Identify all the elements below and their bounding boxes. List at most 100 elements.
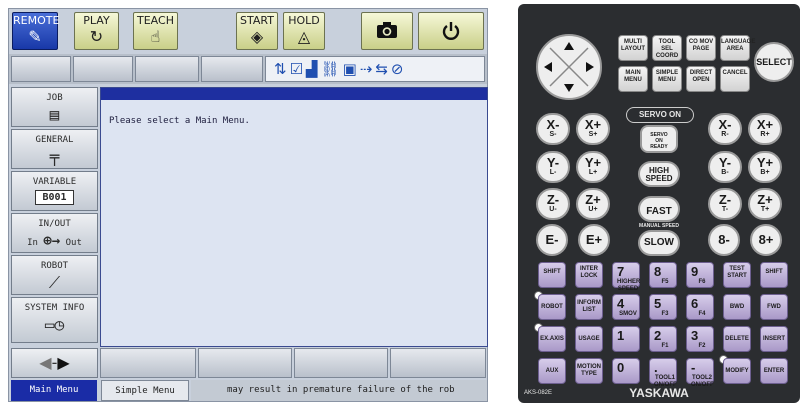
five-label: 5 xyxy=(654,296,662,311)
cancel-key[interactable]: CANCEL xyxy=(720,66,750,92)
start-button[interactable]: START ◈ xyxy=(236,12,278,50)
dot-key[interactable]: . TOOL1 ON/OFF xyxy=(649,358,677,388)
cursor-key[interactable] xyxy=(536,34,602,100)
page-key[interactable]: CO MOV PAGE xyxy=(686,35,716,61)
function-slot-1[interactable] xyxy=(100,348,196,378)
function-slot-3[interactable] xyxy=(294,348,388,378)
tab-slot-3[interactable] xyxy=(135,56,199,82)
r-plus-label: R+ xyxy=(760,131,770,138)
six-sub: F4 xyxy=(698,311,706,317)
x-minus-key[interactable]: X- S- xyxy=(536,113,570,145)
usage-key[interactable]: USAGE xyxy=(575,326,603,352)
ex-axis-key[interactable]: EX.AXIS xyxy=(538,326,566,352)
rotate-icon: ↻ xyxy=(89,27,104,46)
slow-key[interactable]: SLOW xyxy=(638,230,680,256)
servo-on-ready-key[interactable]: SERVO ON READY xyxy=(640,125,678,153)
power-button[interactable] xyxy=(418,12,484,50)
y-plus-key[interactable]: Y+ L+ xyxy=(576,151,610,183)
sidebar-item-system-info[interactable]: SYSTEM INFO ▭◷ xyxy=(11,297,98,343)
main-menu-key[interactable]: MAIN MENU xyxy=(618,66,648,92)
play-button[interactable]: PLAY ↻ xyxy=(74,12,119,50)
function-slot-4[interactable] xyxy=(390,348,486,378)
minus-key[interactable]: - TOOL2 ON/OFF xyxy=(686,358,714,388)
page-nav-button[interactable]: ◀-▶ xyxy=(11,348,98,378)
sidebar-item-job[interactable]: JOB ▤ xyxy=(11,87,98,127)
motion-type-key[interactable]: MOTION TYPE xyxy=(575,358,603,384)
nine-key[interactable]: 9 F6 xyxy=(686,262,714,288)
aux-key[interactable]: AUX xyxy=(538,358,566,384)
simple-menu-button[interactable]: Simple Menu xyxy=(101,380,189,401)
remote-button[interactable]: REMOTE ✎ xyxy=(12,12,60,50)
ry-minus-key[interactable]: Y- B- xyxy=(708,151,742,183)
x-plus-key[interactable]: X+ S+ xyxy=(576,113,610,145)
layout-key[interactable]: MULTI LAYOUT xyxy=(618,35,648,61)
s-plus-label: S+ xyxy=(588,131,598,138)
main-menu-button[interactable]: Main Menu xyxy=(11,380,97,401)
e-minus-key[interactable]: E- xyxy=(536,224,568,256)
ready-text: READY xyxy=(650,144,668,150)
inform-list-key[interactable]: INFORM LIST xyxy=(575,294,603,320)
simple-menu-key[interactable]: SIMPLE MENU xyxy=(652,66,682,92)
sidebar-item-inout[interactable]: IN/OUT In ⊕→ Out xyxy=(11,213,98,253)
one-key[interactable]: 1 xyxy=(612,326,640,352)
z-plus-key[interactable]: Z+ U+ xyxy=(576,188,610,220)
four-label: 4 xyxy=(617,296,625,311)
shift-right-key[interactable]: SHIFT xyxy=(760,262,788,288)
tab-slot-1[interactable] xyxy=(11,56,71,82)
hold-label: HOLD xyxy=(288,14,320,27)
enter-key[interactable]: ENTER xyxy=(760,358,788,384)
screenshot-button[interactable] xyxy=(361,12,413,50)
remote-label: REMOTE xyxy=(13,14,60,27)
robot-label: ROBOT xyxy=(40,261,69,271)
rz-minus-key[interactable]: Z- T- xyxy=(708,188,742,220)
four-key[interactable]: 4 SMOV xyxy=(612,294,640,320)
delete-key[interactable]: DELETE xyxy=(723,326,751,352)
triangle-icon: ◬ xyxy=(297,27,311,46)
five-sub: F3 xyxy=(661,311,669,317)
sidebar-item-general[interactable]: GENERAL ╤ xyxy=(11,129,98,169)
coord-key[interactable]: TOOL SEL COORD xyxy=(652,35,682,61)
e-plus-key[interactable]: E+ xyxy=(578,224,610,256)
five-key[interactable]: 5 F3 xyxy=(649,294,677,320)
eight-key[interactable]: 8 F5 xyxy=(649,262,677,288)
function-slot-2[interactable] xyxy=(198,348,292,378)
fast-key[interactable]: FAST xyxy=(638,196,680,222)
two-key[interactable]: 2 F1 xyxy=(649,326,677,352)
fwd-key[interactable]: FWD xyxy=(760,294,788,320)
tab-slot-4[interactable] xyxy=(201,56,263,82)
rz-plus-key[interactable]: Z+ T+ xyxy=(748,188,782,220)
io-icon: In ⊕→ Out xyxy=(27,233,82,249)
direct-open-key[interactable]: DIRECT OPEN xyxy=(686,66,716,92)
z-minus-key[interactable]: Z- U- xyxy=(536,188,570,220)
three-key[interactable]: 3 F2 xyxy=(686,326,714,352)
interlock-key[interactable]: INTER LOCK xyxy=(575,262,603,288)
select-key[interactable]: SELECT xyxy=(754,42,794,82)
document-icon: ▤ xyxy=(49,105,60,124)
y-minus-key[interactable]: Y- L- xyxy=(536,151,570,183)
test-start-key[interactable]: TEST START xyxy=(723,262,751,288)
six-key[interactable]: 6 F4 xyxy=(686,294,714,320)
rx-plus-key[interactable]: X+ R+ xyxy=(748,113,782,145)
modify-key[interactable]: MODIFY xyxy=(723,358,751,384)
ry-plus-key[interactable]: Y+ B+ xyxy=(748,151,782,183)
area-key[interactable]: LANGUAGE AREA xyxy=(720,35,755,61)
shift-left-key[interactable]: SHIFT xyxy=(538,262,566,288)
sidebar-item-robot[interactable]: ROBOT ⟋ xyxy=(11,255,98,295)
eight-plus-key[interactable]: 8+ xyxy=(750,224,782,256)
three-sub: F2 xyxy=(698,343,706,349)
sidebar-item-variable[interactable]: VARIABLE B001 xyxy=(11,171,98,211)
robot-key[interactable]: ROBOT xyxy=(538,294,566,320)
zero-key[interactable]: 0 xyxy=(612,358,640,384)
x-minus-label: X- xyxy=(546,117,560,132)
tab-slot-2[interactable] xyxy=(73,56,133,82)
insert-key[interactable]: INSERT xyxy=(760,326,788,352)
teach-button[interactable]: TEACH ☝ xyxy=(133,12,178,50)
hold-button[interactable]: HOLD ◬ xyxy=(283,12,325,50)
diamond-icon: ◈ xyxy=(250,27,264,46)
rx-minus-key[interactable]: X- R- xyxy=(708,113,742,145)
ry-minus-label: Y- xyxy=(718,155,732,170)
eight-minus-key[interactable]: 8- xyxy=(708,224,740,256)
bwd-key[interactable]: BWD xyxy=(723,294,751,320)
high-speed-key[interactable]: HIGH SPEED xyxy=(638,161,680,187)
seven-key[interactable]: 7 HIGHER SPEED xyxy=(612,262,640,292)
